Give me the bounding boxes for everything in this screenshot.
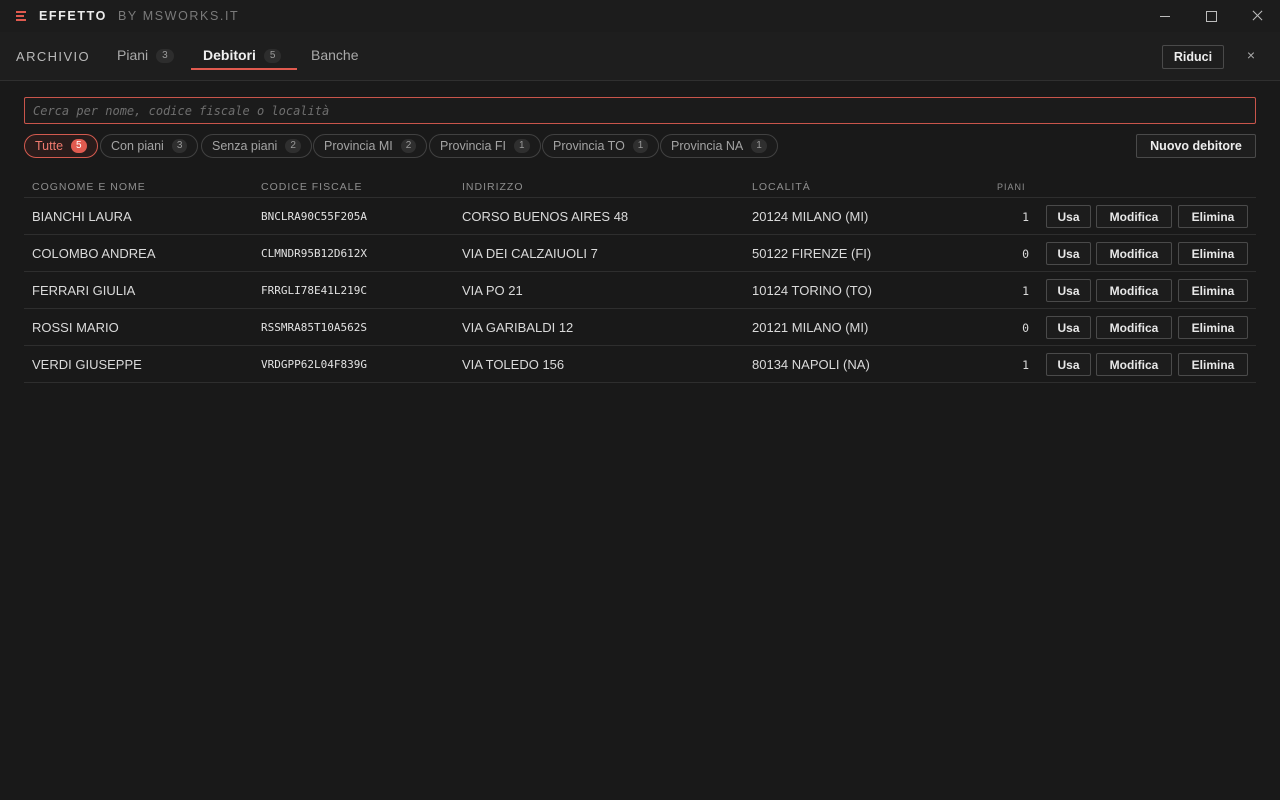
- section-title: ARCHIVIO: [16, 49, 91, 64]
- use-button[interactable]: Usa: [1046, 205, 1091, 228]
- chip-label: Provincia MI: [324, 139, 393, 153]
- menu-icon[interactable]: [16, 11, 26, 21]
- debtor-city: 50122 FIRENZE (FI): [752, 246, 872, 261]
- debtor-cf: RSSMRA85T10A562S: [261, 321, 367, 334]
- maximize-window-button[interactable]: [1196, 4, 1226, 28]
- chip-count: 1: [632, 139, 649, 153]
- debtor-cf: BNCLRA90C55F205A: [261, 210, 367, 223]
- table-row: COLOMBO ANDREA CLMNDR95B12D612X VIA DEI …: [24, 235, 1256, 272]
- debtor-city: 10124 TORINO (TO): [752, 283, 872, 298]
- chip-count: 5: [71, 139, 87, 153]
- edit-button[interactable]: Modifica: [1096, 205, 1172, 228]
- use-button[interactable]: Usa: [1046, 316, 1091, 339]
- filter-chip-con-piani[interactable]: Con piani 3: [100, 134, 199, 158]
- debtor-name: FERRARI GIULIA: [32, 283, 136, 298]
- chip-label: Provincia FI: [440, 139, 506, 153]
- column-header-address[interactable]: INDIRIZZO: [462, 181, 524, 193]
- filter-chip-provincia-to[interactable]: Provincia TO 1: [542, 134, 660, 158]
- debtors-table: COGNOME E NOME CODICE FISCALE INDIRIZZO …: [24, 176, 1256, 383]
- chip-label: Con piani: [111, 139, 164, 153]
- filter-chip-senza-piani[interactable]: Senza piani 2: [201, 134, 312, 158]
- debtor-address: CORSO BUENOS AIRES 48: [462, 209, 629, 224]
- edit-button[interactable]: Modifica: [1096, 279, 1172, 302]
- delete-button[interactable]: Elimina: [1178, 242, 1248, 265]
- debtor-plans-count: 0: [1022, 247, 1029, 261]
- chip-count: 1: [514, 139, 530, 153]
- delete-button[interactable]: Elimina: [1178, 279, 1248, 302]
- debtor-name: COLOMBO ANDREA: [32, 246, 156, 261]
- debtor-address: VIA TOLEDO 156: [462, 357, 565, 372]
- table-row: BIANCHI LAURA BNCLRA90C55F205A CORSO BUE…: [24, 198, 1256, 235]
- debtor-plans-count: 1: [1022, 284, 1029, 298]
- debtor-city: 80134 NAPOLI (NA): [752, 357, 870, 372]
- tab-label: Banche: [311, 47, 359, 63]
- delete-button[interactable]: Elimina: [1178, 205, 1248, 228]
- debtor-city: 20121 MILANO (MI): [752, 320, 869, 335]
- debtor-cf: FRRGLI78E41L219C: [261, 284, 367, 297]
- filter-chip-provincia-na[interactable]: Provincia NA 1: [660, 134, 778, 158]
- close-window-button[interactable]: [1242, 4, 1272, 28]
- table-row: ROSSI MARIO RSSMRA85T10A562S VIA GARIBAL…: [24, 309, 1256, 346]
- close-icon[interactable]: ×: [1243, 47, 1259, 63]
- archive-nav: ARCHIVIO Piani 3 Debitori 5 Banche Riduc…: [0, 32, 1280, 81]
- new-debtor-button[interactable]: Nuovo debitore: [1136, 134, 1256, 158]
- column-header-city[interactable]: LOCALITÀ: [752, 181, 811, 193]
- active-tab-indicator: [191, 68, 297, 70]
- filter-chip-provincia-mi[interactable]: Provincia MI 2: [313, 134, 428, 158]
- tab-count: 3: [156, 49, 174, 63]
- delete-button[interactable]: Elimina: [1178, 316, 1248, 339]
- debtor-address: VIA DEI CALZAIUOLI 7: [462, 246, 598, 261]
- debtor-plans-count: 1: [1022, 210, 1029, 224]
- chip-label: Provincia TO: [553, 139, 625, 153]
- use-button[interactable]: Usa: [1046, 279, 1091, 302]
- tab-piani[interactable]: Piani 3: [117, 47, 174, 70]
- debtor-name: ROSSI MARIO: [32, 320, 119, 335]
- chip-count: 3: [171, 139, 188, 153]
- filter-chip-tutte[interactable]: Tutte 5: [24, 134, 98, 158]
- table-header: COGNOME E NOME CODICE FISCALE INDIRIZZO …: [24, 176, 1256, 198]
- chip-label: Senza piani: [212, 139, 278, 153]
- tab-count: 5: [263, 49, 282, 63]
- chip-count: 1: [751, 139, 767, 153]
- reduce-button[interactable]: Riduci: [1162, 45, 1224, 69]
- minimize-window-button[interactable]: [1150, 4, 1180, 28]
- app-vendor: BY MSWORKS.IT: [118, 9, 240, 23]
- debtor-name: BIANCHI LAURA: [32, 209, 132, 224]
- debtor-plans-count: 0: [1022, 321, 1029, 335]
- use-button[interactable]: Usa: [1046, 242, 1091, 265]
- search-input[interactable]: [24, 97, 1256, 124]
- use-button[interactable]: Usa: [1046, 353, 1091, 376]
- chip-count: 2: [285, 139, 301, 153]
- tab-banche[interactable]: Banche: [311, 47, 358, 70]
- debtor-address: VIA PO 21: [462, 283, 523, 298]
- debtor-name: VERDI GIUSEPPE: [32, 357, 142, 372]
- debtor-cf: CLMNDR95B12D612X: [261, 247, 367, 260]
- tab-label: Debitori: [203, 47, 256, 63]
- column-header-name[interactable]: COGNOME E NOME: [32, 181, 146, 193]
- debtor-cf: VRDGPP62L04F839G: [261, 358, 367, 371]
- title-bar: EFFETTO BY MSWORKS.IT: [0, 0, 1280, 32]
- tab-debitori[interactable]: Debitori 5: [203, 47, 282, 70]
- column-header-plans[interactable]: PIANI: [997, 182, 1026, 192]
- app-name: EFFETTO: [39, 9, 107, 23]
- debtor-plans-count: 1: [1022, 358, 1029, 372]
- delete-button[interactable]: Elimina: [1178, 353, 1248, 376]
- tab-label: Piani: [117, 47, 149, 63]
- filter-chip-provincia-fi[interactable]: Provincia FI 1: [429, 134, 541, 158]
- table-row: VERDI GIUSEPPE VRDGPP62L04F839G VIA TOLE…: [24, 346, 1256, 383]
- chip-label: Tutte: [35, 139, 64, 153]
- edit-button[interactable]: Modifica: [1096, 242, 1172, 265]
- debtor-address: VIA GARIBALDI 12: [462, 320, 574, 335]
- chip-count: 2: [400, 139, 417, 153]
- edit-button[interactable]: Modifica: [1096, 316, 1172, 339]
- edit-button[interactable]: Modifica: [1096, 353, 1172, 376]
- chip-label: Provincia NA: [671, 139, 744, 153]
- column-header-cf[interactable]: CODICE FISCALE: [261, 181, 363, 193]
- table-row: FERRARI GIULIA FRRGLI78E41L219C VIA PO 2…: [24, 272, 1256, 309]
- debtor-city: 20124 MILANO (MI): [752, 209, 869, 224]
